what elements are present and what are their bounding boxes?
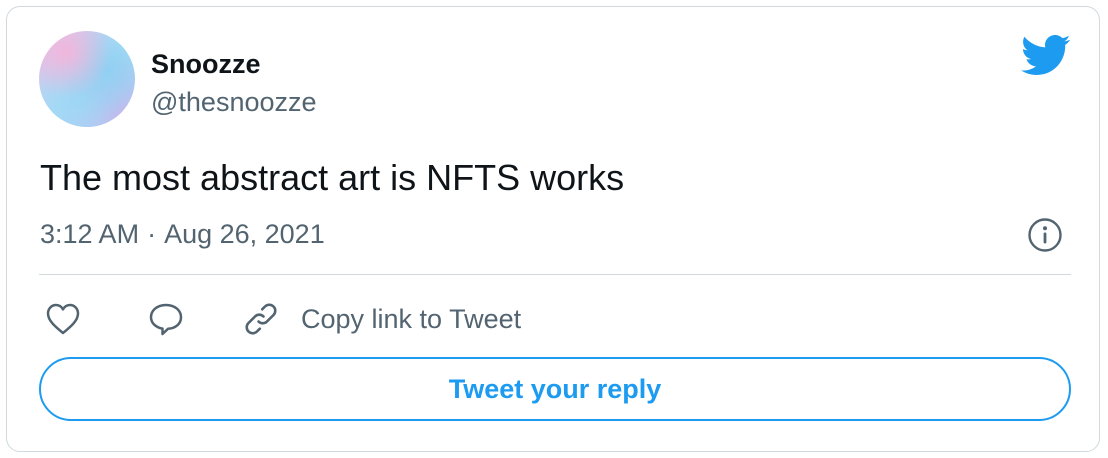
reply-button[interactable] (147, 299, 185, 339)
tweet-card: Snoozze @thesnoozze The most abstract ar… (6, 6, 1100, 452)
info-icon[interactable] (1027, 217, 1063, 253)
tweet-time[interactable]: 3:12 AM (40, 219, 139, 249)
timestamp-separator: · (147, 219, 157, 249)
tweet-your-reply-button[interactable]: Tweet your reply (39, 357, 1071, 421)
tweet-text: The most abstract art is NFTS works (40, 157, 625, 198)
display-name[interactable]: Snoozze (151, 47, 261, 81)
avatar[interactable] (39, 31, 135, 127)
twitter-bird-icon[interactable] (1019, 33, 1071, 77)
divider (39, 274, 1071, 275)
heart-icon[interactable] (45, 302, 81, 336)
tweet-date[interactable]: Aug 26, 2021 (164, 219, 325, 249)
tweet-timestamp[interactable]: 3:12 AM · Aug 26, 2021 (40, 217, 325, 251)
copy-link-button[interactable]: Copy link to Tweet (243, 299, 521, 339)
reply-button-label[interactable]: Tweet your reply (449, 372, 662, 406)
speech-bubble-icon[interactable] (147, 301, 185, 337)
like-button[interactable] (45, 299, 81, 339)
copy-link-label[interactable]: Copy link to Tweet (301, 302, 521, 336)
user-handle[interactable]: @thesnoozze (151, 85, 317, 119)
link-icon[interactable] (243, 301, 279, 337)
